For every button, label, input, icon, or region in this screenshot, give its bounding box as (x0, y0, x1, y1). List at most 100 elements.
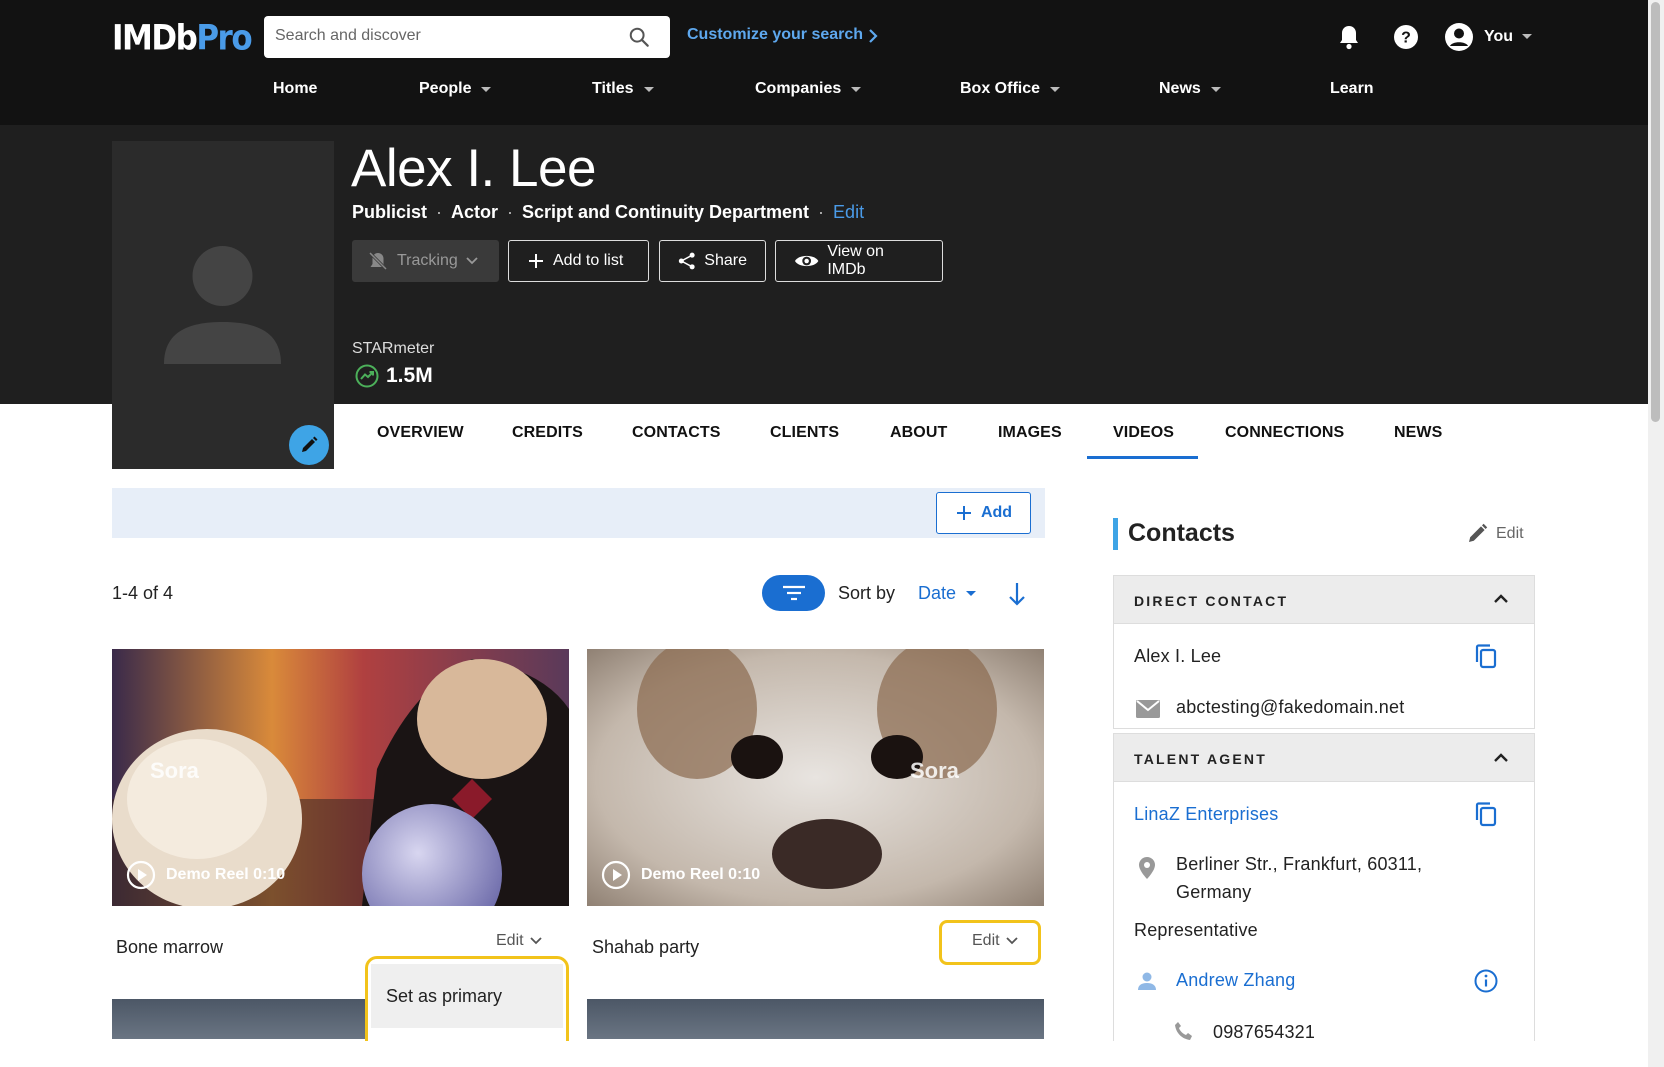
tracking-button[interactable]: Tracking (352, 240, 499, 282)
role-separator: · (507, 202, 514, 222)
representative-name-link[interactable]: Andrew Zhang (1176, 970, 1295, 991)
page-bottom-edge (0, 1041, 1648, 1067)
contact-name: Alex I. Lee (1134, 646, 1222, 666)
play-icon (126, 860, 156, 890)
plus-icon (956, 506, 971, 520)
scrollbar-thumb[interactable] (1651, 2, 1660, 422)
role-actor: Actor (451, 202, 499, 222)
video-duration-label: Demo Reel 0:10 (166, 866, 286, 883)
tab-images[interactable]: IMAGES (998, 424, 1062, 442)
nav-titles[interactable]: Titles (592, 80, 654, 98)
chevron-up-icon[interactable] (1494, 753, 1508, 762)
user-menu-label[interactable]: You (1484, 28, 1513, 46)
add-video-bar (112, 488, 1045, 538)
contacts-heading: Contacts (1128, 519, 1235, 547)
active-tab-indicator (1087, 456, 1198, 459)
contacts-edit-link[interactable]: Edit (1496, 525, 1524, 543)
customize-search-link[interactable]: Customize your search (687, 26, 863, 44)
eye-icon (794, 255, 819, 267)
caret-down-icon (481, 86, 492, 92)
starmeter-value: 1.5M (386, 364, 433, 387)
phone-icon (1174, 1021, 1194, 1041)
video-edit-dropdown[interactable]: Edit (972, 932, 1018, 950)
nav-news[interactable]: News (1159, 80, 1221, 98)
role-separator: · (436, 202, 443, 222)
edit-label: Edit (496, 932, 524, 949)
caret-down-icon (1050, 86, 1061, 92)
tab-credits[interactable]: CREDITS (512, 424, 583, 442)
video-thumbnail[interactable]: Sora Demo Reel 0:10 (112, 649, 569, 906)
sort-by-label: Sort by (838, 583, 896, 603)
chevron-down-icon (529, 937, 542, 945)
agency-link[interactable]: LinaZ Enterprises (1134, 804, 1278, 825)
nav-label: People (419, 80, 472, 97)
nav-people[interactable]: People (419, 80, 492, 98)
tracking-label: Tracking (397, 252, 458, 269)
profile-name: Alex I. Lee (351, 139, 596, 198)
help-icon[interactable]: ? (1393, 24, 1419, 50)
nav-label: Box Office (960, 80, 1041, 97)
chevron-right-icon[interactable] (868, 28, 878, 44)
bell-icon[interactable] (1338, 24, 1360, 50)
edit-roles-link[interactable]: Edit (833, 202, 864, 223)
filter-button[interactable] (762, 575, 825, 611)
caret-down-icon (643, 86, 654, 92)
edit-photo-button[interactable] (289, 425, 329, 465)
person-placeholder-icon (160, 244, 285, 369)
agency-address-line2: Germany (1176, 882, 1252, 902)
starmeter-label: STARmeter (352, 340, 435, 357)
video-duration-label: Demo Reel 0:10 (641, 866, 761, 883)
agency-address-line1: Berliner Str., Frankfurt, 60311, (1176, 854, 1423, 874)
copy-icon[interactable] (1474, 643, 1498, 670)
role-publicist: Publicist (352, 202, 428, 222)
sora-watermark: Sora (910, 758, 959, 783)
video-play-label[interactable]: Demo Reel 0:10 (126, 860, 285, 890)
add-to-list-button[interactable]: Add to list (508, 240, 649, 282)
tab-videos[interactable]: VIDEOS (1113, 424, 1174, 442)
tab-about[interactable]: ABOUT (890, 424, 947, 442)
nav-companies[interactable]: Companies (755, 80, 862, 98)
tab-clients[interactable]: CLIENTS (770, 424, 839, 442)
share-button[interactable]: Share (659, 240, 766, 282)
nav-label: Home (273, 80, 318, 97)
nav-label: Learn (1330, 80, 1374, 97)
results-count: 1-4 of 4 (112, 583, 174, 603)
imdbpro-logo[interactable]: IMDbPro (112, 18, 253, 58)
video-play-label[interactable]: Demo Reel 0:10 (601, 860, 760, 890)
share-icon (678, 252, 695, 270)
add-label: Add (980, 504, 1013, 521)
set-as-primary-menu-item[interactable]: Set as primary (371, 964, 563, 1028)
edit-label: Edit (972, 932, 1000, 949)
chevron-up-icon[interactable] (1494, 594, 1508, 603)
contact-email[interactable]: abctesting@fakedomain.net (1176, 697, 1404, 718)
tab-connections[interactable]: CONNECTIONS (1225, 424, 1344, 442)
caret-down-icon (966, 591, 977, 596)
sort-field-value: Date (918, 583, 957, 603)
play-icon (601, 860, 631, 890)
view-on-imdb-button[interactable]: View on IMDb (775, 240, 943, 282)
sort-field-dropdown[interactable]: Date (918, 583, 977, 604)
pencil-icon[interactable] (1466, 523, 1488, 545)
arrow-down-icon[interactable] (1007, 581, 1027, 607)
profile-roles: Publicist · Actor · Script and Continuit… (352, 202, 864, 223)
representative-phone[interactable]: 0987654321 (1213, 1022, 1315, 1043)
caret-down-icon[interactable] (1522, 34, 1532, 39)
video-thumbnail-partial[interactable] (587, 999, 1044, 1039)
info-icon[interactable] (1474, 969, 1498, 993)
copy-icon[interactable] (1474, 801, 1498, 828)
email-icon (1136, 700, 1160, 718)
video-thumbnail[interactable]: Sora Demo Reel 0:10 (587, 649, 1044, 906)
tab-news[interactable]: NEWS (1394, 424, 1442, 442)
role-separator: · (818, 202, 825, 222)
search-icon[interactable] (628, 26, 650, 48)
tab-contacts[interactable]: CONTACTS (632, 424, 721, 442)
nav-home[interactable]: Home (273, 80, 317, 98)
nav-learn[interactable]: Learn (1330, 80, 1374, 98)
account-avatar-icon[interactable] (1444, 22, 1474, 52)
add-video-button[interactable]: Add (936, 492, 1031, 534)
tab-overview[interactable]: OVERVIEW (377, 424, 464, 442)
direct-contact-heading: DIRECT CONTACT (1134, 593, 1289, 609)
video-edit-dropdown[interactable]: Edit (496, 932, 542, 950)
caret-down-icon (1210, 86, 1221, 92)
nav-box-office[interactable]: Box Office (960, 80, 1061, 98)
